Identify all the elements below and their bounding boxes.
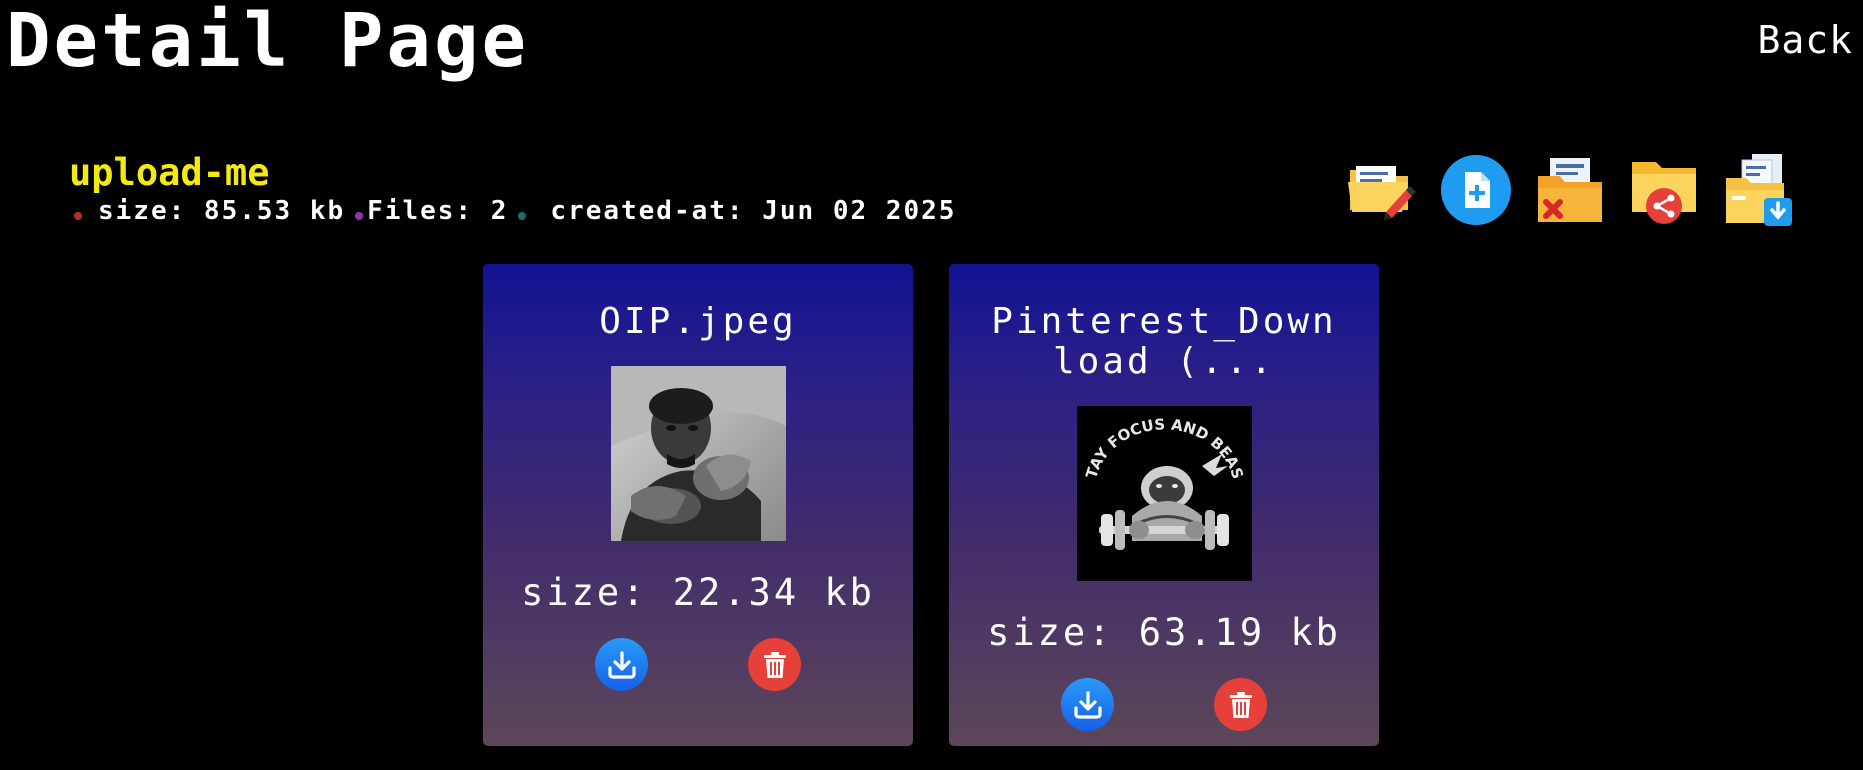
folder-file-count: Files: 2 <box>367 196 509 226</box>
beast-logo-image: STAY FOCUS AND BEAST <box>1076 406 1252 581</box>
delete-button[interactable] <box>1214 678 1267 731</box>
folder-edit-icon <box>1348 166 1416 220</box>
download-icon <box>607 650 636 679</box>
add-file-icon <box>1441 155 1511 225</box>
share-folder-button[interactable] <box>1628 152 1700 228</box>
folder-created-at: created-at: Jun 02 2025 <box>550 196 957 226</box>
detail-page: Detail Page Back upload-me size: 85.53 k… <box>0 0 1863 770</box>
file-actions <box>1061 678 1267 731</box>
folder-name: upload-me <box>69 151 270 194</box>
delete-button[interactable] <box>748 638 801 691</box>
created-dot <box>518 212 527 220</box>
file-thumbnail[interactable]: STAY FOCUS AND BEAST <box>1076 406 1252 581</box>
folder-toolbar <box>1346 152 1794 228</box>
file-card: Pinterest_Download (... STAY FOCUS AND B… <box>949 264 1379 746</box>
delete-folder-button[interactable] <box>1534 152 1606 228</box>
portrait-photo <box>610 366 786 541</box>
add-file-button[interactable] <box>1440 152 1512 228</box>
download-button[interactable] <box>1061 678 1114 731</box>
download-folder-button[interactable] <box>1722 152 1794 228</box>
file-actions <box>595 638 801 691</box>
file-card: OIP.jpeg size: 22.34 kb <box>483 264 913 746</box>
file-size: size: 22.34 kb <box>521 571 875 614</box>
back-link[interactable]: Back <box>1757 18 1853 62</box>
folder-size: size: 85.53 kb <box>98 196 346 226</box>
download-button[interactable] <box>595 638 648 691</box>
files-dot <box>355 212 364 220</box>
size-dot <box>74 212 82 220</box>
folder-meta: size: 85.53 kb Files: 2 created-at: Jun … <box>74 196 956 226</box>
file-size: size: 63.19 kb <box>987 611 1341 654</box>
page-title: Detail Page <box>6 0 530 84</box>
trash-icon <box>1229 691 1252 718</box>
folder-share-icon <box>1632 162 1696 224</box>
folder-download-icon <box>1726 154 1792 226</box>
folder-delete-icon <box>1538 158 1602 222</box>
file-name: OIP.jpeg <box>599 301 797 342</box>
file-name: Pinterest_Download (... <box>991 301 1337 382</box>
download-icon <box>1073 690 1102 719</box>
rename-folder-button[interactable] <box>1346 152 1418 228</box>
file-grid: OIP.jpeg size: 22.34 kb Pinterest_Downlo… <box>483 264 1379 746</box>
file-thumbnail[interactable] <box>610 366 786 541</box>
trash-icon <box>763 651 786 678</box>
